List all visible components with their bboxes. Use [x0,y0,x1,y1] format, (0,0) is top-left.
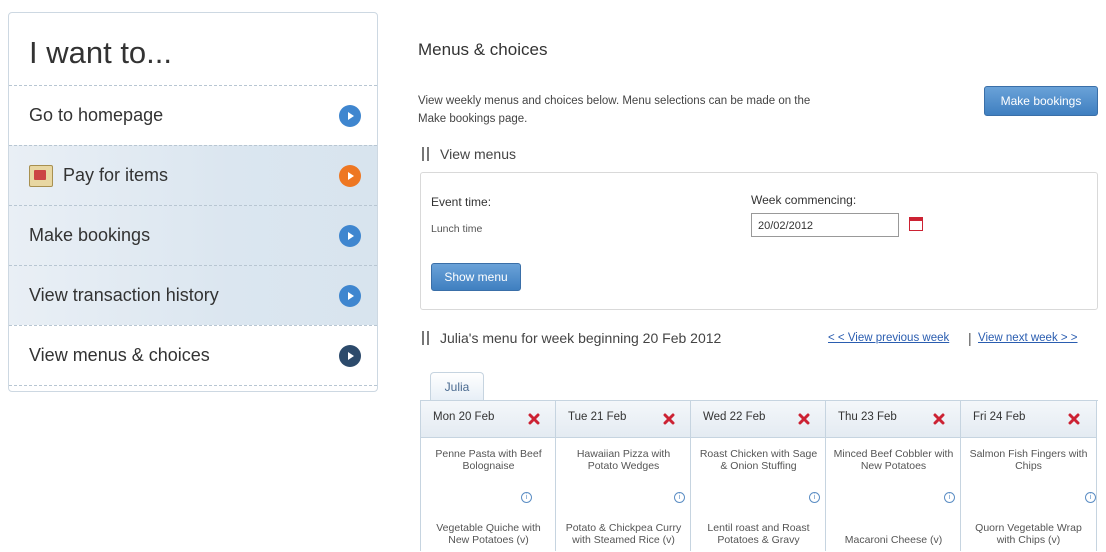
sidebar-item-label: View menus & choices [29,345,210,365]
payment-icon [29,164,53,187]
close-icon[interactable] [663,413,675,425]
close-icon[interactable] [528,413,540,425]
previous-week-link[interactable]: < < View previous week [828,332,949,344]
day-label: Thu 23 Feb [838,411,897,423]
day-column: Wed 22 Feb Roast Chicken with Sage & Oni… [690,401,826,552]
info-icon[interactable]: i [809,492,820,503]
close-icon[interactable] [798,413,810,425]
meal-option: Vegetable Quiche with New Potatoes (v) [436,522,541,546]
sidebar-item-label: View transaction history [29,285,219,305]
weekly-menu-grid: Mon 20 Feb Penne Pasta with Beef Bologna… [420,400,1098,552]
meal-option: Lentil roast and Roast Potatoes & Gravy [707,522,810,546]
sidebar-title: I want to... [29,35,173,70]
day-header: Thu 23 Feb [826,401,961,438]
day-column: Tue 21 Feb Hawaiian Pizza with Potato We… [555,401,691,552]
close-icon[interactable] [933,413,945,425]
meal-option: Roast Chicken with Sage & Onion Stuffing [699,448,818,472]
sidebar-item-label: Make bookings [29,225,151,245]
meal-option: Minced Beef Cobbler with New Potatoes [833,448,954,472]
menu-filter-panel: Event time: Lunch time Week commencing: … [420,172,1098,310]
day-label: Tue 21 Feb [568,411,627,423]
meal-option: Potato & Chickpea Curry with Steamed Ric… [565,522,682,546]
day-header: Tue 21 Feb [556,401,691,438]
make-bookings-button[interactable]: Make bookings [984,86,1098,116]
day-column: Fri 24 Feb Salmon Fish Fingers with Chip… [960,401,1097,552]
week-commencing-input[interactable]: 20/02/2012 [751,213,899,237]
cutlery-icon [420,147,432,161]
info-icon[interactable]: i [1085,492,1096,503]
meal-option: Penne Pasta with Beef Bolognaise [435,448,542,472]
tab-julia[interactable]: Julia [430,372,484,401]
sidebar-item-bookings[interactable]: Make bookings [9,205,377,265]
info-icon[interactable]: i [521,492,532,503]
week-menu-heading: Julia's menu for week beginning 20 Feb 2… [420,330,721,346]
event-time-value: Lunch time [431,223,483,235]
sidebar-item-menus[interactable]: View menus & choices [9,325,377,386]
day-header: Mon 20 Feb [421,401,556,438]
day-column: Mon 20 Feb Penne Pasta with Beef Bologna… [420,401,556,552]
meal-option: Macaroni Cheese (v) [844,534,943,546]
week-commencing-label: Week commencing: [751,193,857,207]
sidebar-item-transactions[interactable]: View transaction history [9,265,377,325]
event-time-label: Event time: [431,195,492,209]
arrow-right-icon [339,164,361,187]
show-menu-button[interactable]: Show menu [431,263,521,291]
arrow-right-icon [339,284,361,307]
day-header: Fri 24 Feb [961,401,1096,438]
close-icon[interactable] [1068,413,1080,425]
info-icon[interactable]: i [944,492,955,503]
sidebar-item-label: Pay for items [63,165,169,185]
day-meals: Penne Pasta with Beef Bolognaise i Veget… [421,438,556,552]
day-meals: Roast Chicken with Sage & Onion Stuffing… [691,438,826,552]
cutlery-icon [420,331,432,345]
sidebar-item-pay[interactable]: Pay for items [9,145,377,205]
day-label: Mon 20 Feb [433,411,495,423]
info-icon[interactable]: i [674,492,685,503]
sidebar-item-homepage[interactable]: Go to homepage [9,85,377,145]
week-menu-heading-text: Julia's menu for week beginning 20 Feb 2… [440,330,722,346]
arrow-right-icon [339,224,361,247]
day-meals: Salmon Fish Fingers with Chips i Quorn V… [961,438,1096,552]
day-meals: Minced Beef Cobbler with New Potatoes i … [826,438,961,552]
page-title: Menus & choices [418,40,548,59]
sidebar-panel: I want to... Go to homepage Pay for item… [8,12,378,392]
day-label: Wed 22 Feb [703,411,766,423]
intro-text: View weekly menus and choices below. Men… [418,95,811,125]
arrow-right-icon [339,344,361,367]
day-column: Thu 23 Feb Minced Beef Cobbler with New … [825,401,961,552]
view-menus-heading: View menus [420,146,516,162]
meal-option: Hawaiian Pizza with Potato Wedges [576,448,671,472]
meal-option: Quorn Vegetable Wrap with Chips (v) [975,522,1082,546]
day-label: Fri 24 Feb [973,411,1026,423]
arrow-right-icon [339,104,361,127]
main-content: Menus & choices View weekly menus and ch… [418,30,1100,552]
meal-option: Salmon Fish Fingers with Chips [969,448,1088,472]
next-week-link[interactable]: View next week > > [978,332,1078,344]
day-header: Wed 22 Feb [691,401,826,438]
link-separator: | [968,330,972,346]
view-menus-heading-text: View menus [440,146,517,162]
sidebar-item-label: Go to homepage [29,105,164,125]
day-meals: Hawaiian Pizza with Potato Wedges i Pota… [556,438,691,552]
calendar-icon[interactable] [909,217,923,231]
